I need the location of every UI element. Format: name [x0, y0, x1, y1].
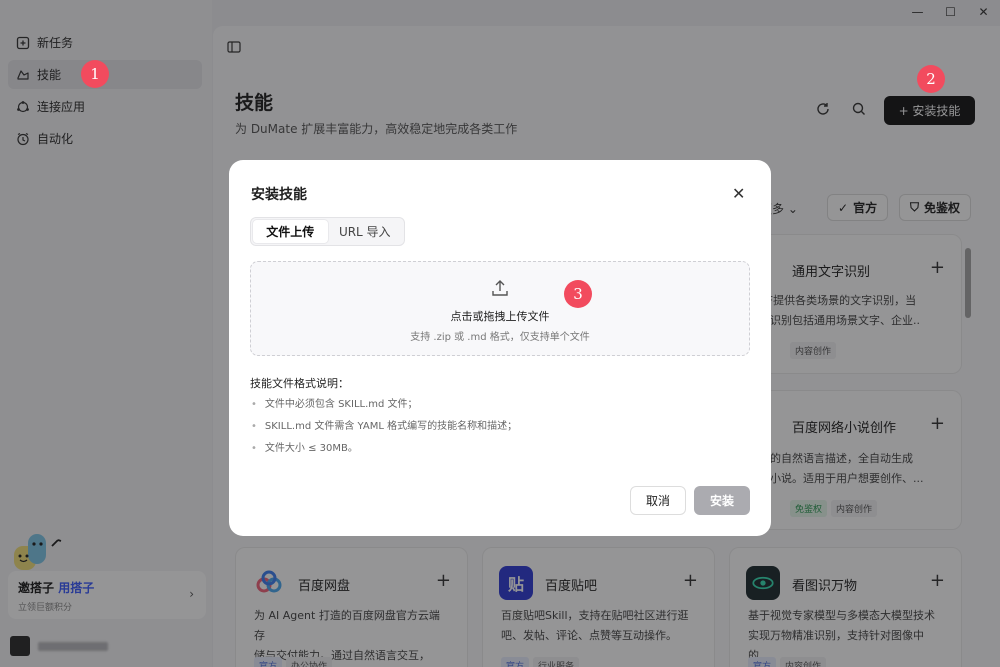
tab-url-import[interactable]: URL 导入 [328, 220, 403, 243]
format-notes-list: 文件中必须包含 SKILL.md 文件； SKILL.md 文件需含 YAML … [251, 394, 517, 460]
step-badge: 3 [564, 280, 592, 308]
close-icon[interactable]: ✕ [732, 184, 745, 203]
dropzone-hint: 支持 .zip 或 .md 格式，仅支持单个文件 [410, 332, 590, 343]
step-badge: 1 [81, 60, 109, 88]
upload-mode-tabs: 文件上传 URL 导入 [250, 217, 405, 246]
cancel-button[interactable]: 取消 [630, 486, 686, 515]
list-item: 文件中必须包含 SKILL.md 文件； [251, 394, 517, 416]
dialog-title: 安装技能 [251, 187, 307, 203]
upload-icon [492, 280, 508, 296]
file-dropzone[interactable]: 点击或拖拽上传文件 支持 .zip 或 .md 格式，仅支持单个文件 [250, 261, 750, 356]
step-badge: 2 [917, 65, 945, 93]
install-button[interactable]: 安装 [694, 486, 750, 515]
list-item: 文件大小 ≤ 30MB。 [251, 438, 517, 460]
format-notes-title: 技能文件格式说明： [250, 377, 349, 390]
tab-file-upload[interactable]: 文件上传 [253, 220, 328, 243]
install-skill-dialog: 安装技能 ✕ 文件上传 URL 导入 点击或拖拽上传文件 支持 .zip 或 .… [229, 160, 771, 536]
list-item: SKILL.md 文件需含 YAML 格式编写的技能名称和描述； [251, 416, 517, 438]
dropzone-title: 点击或拖拽上传文件 [450, 310, 550, 323]
